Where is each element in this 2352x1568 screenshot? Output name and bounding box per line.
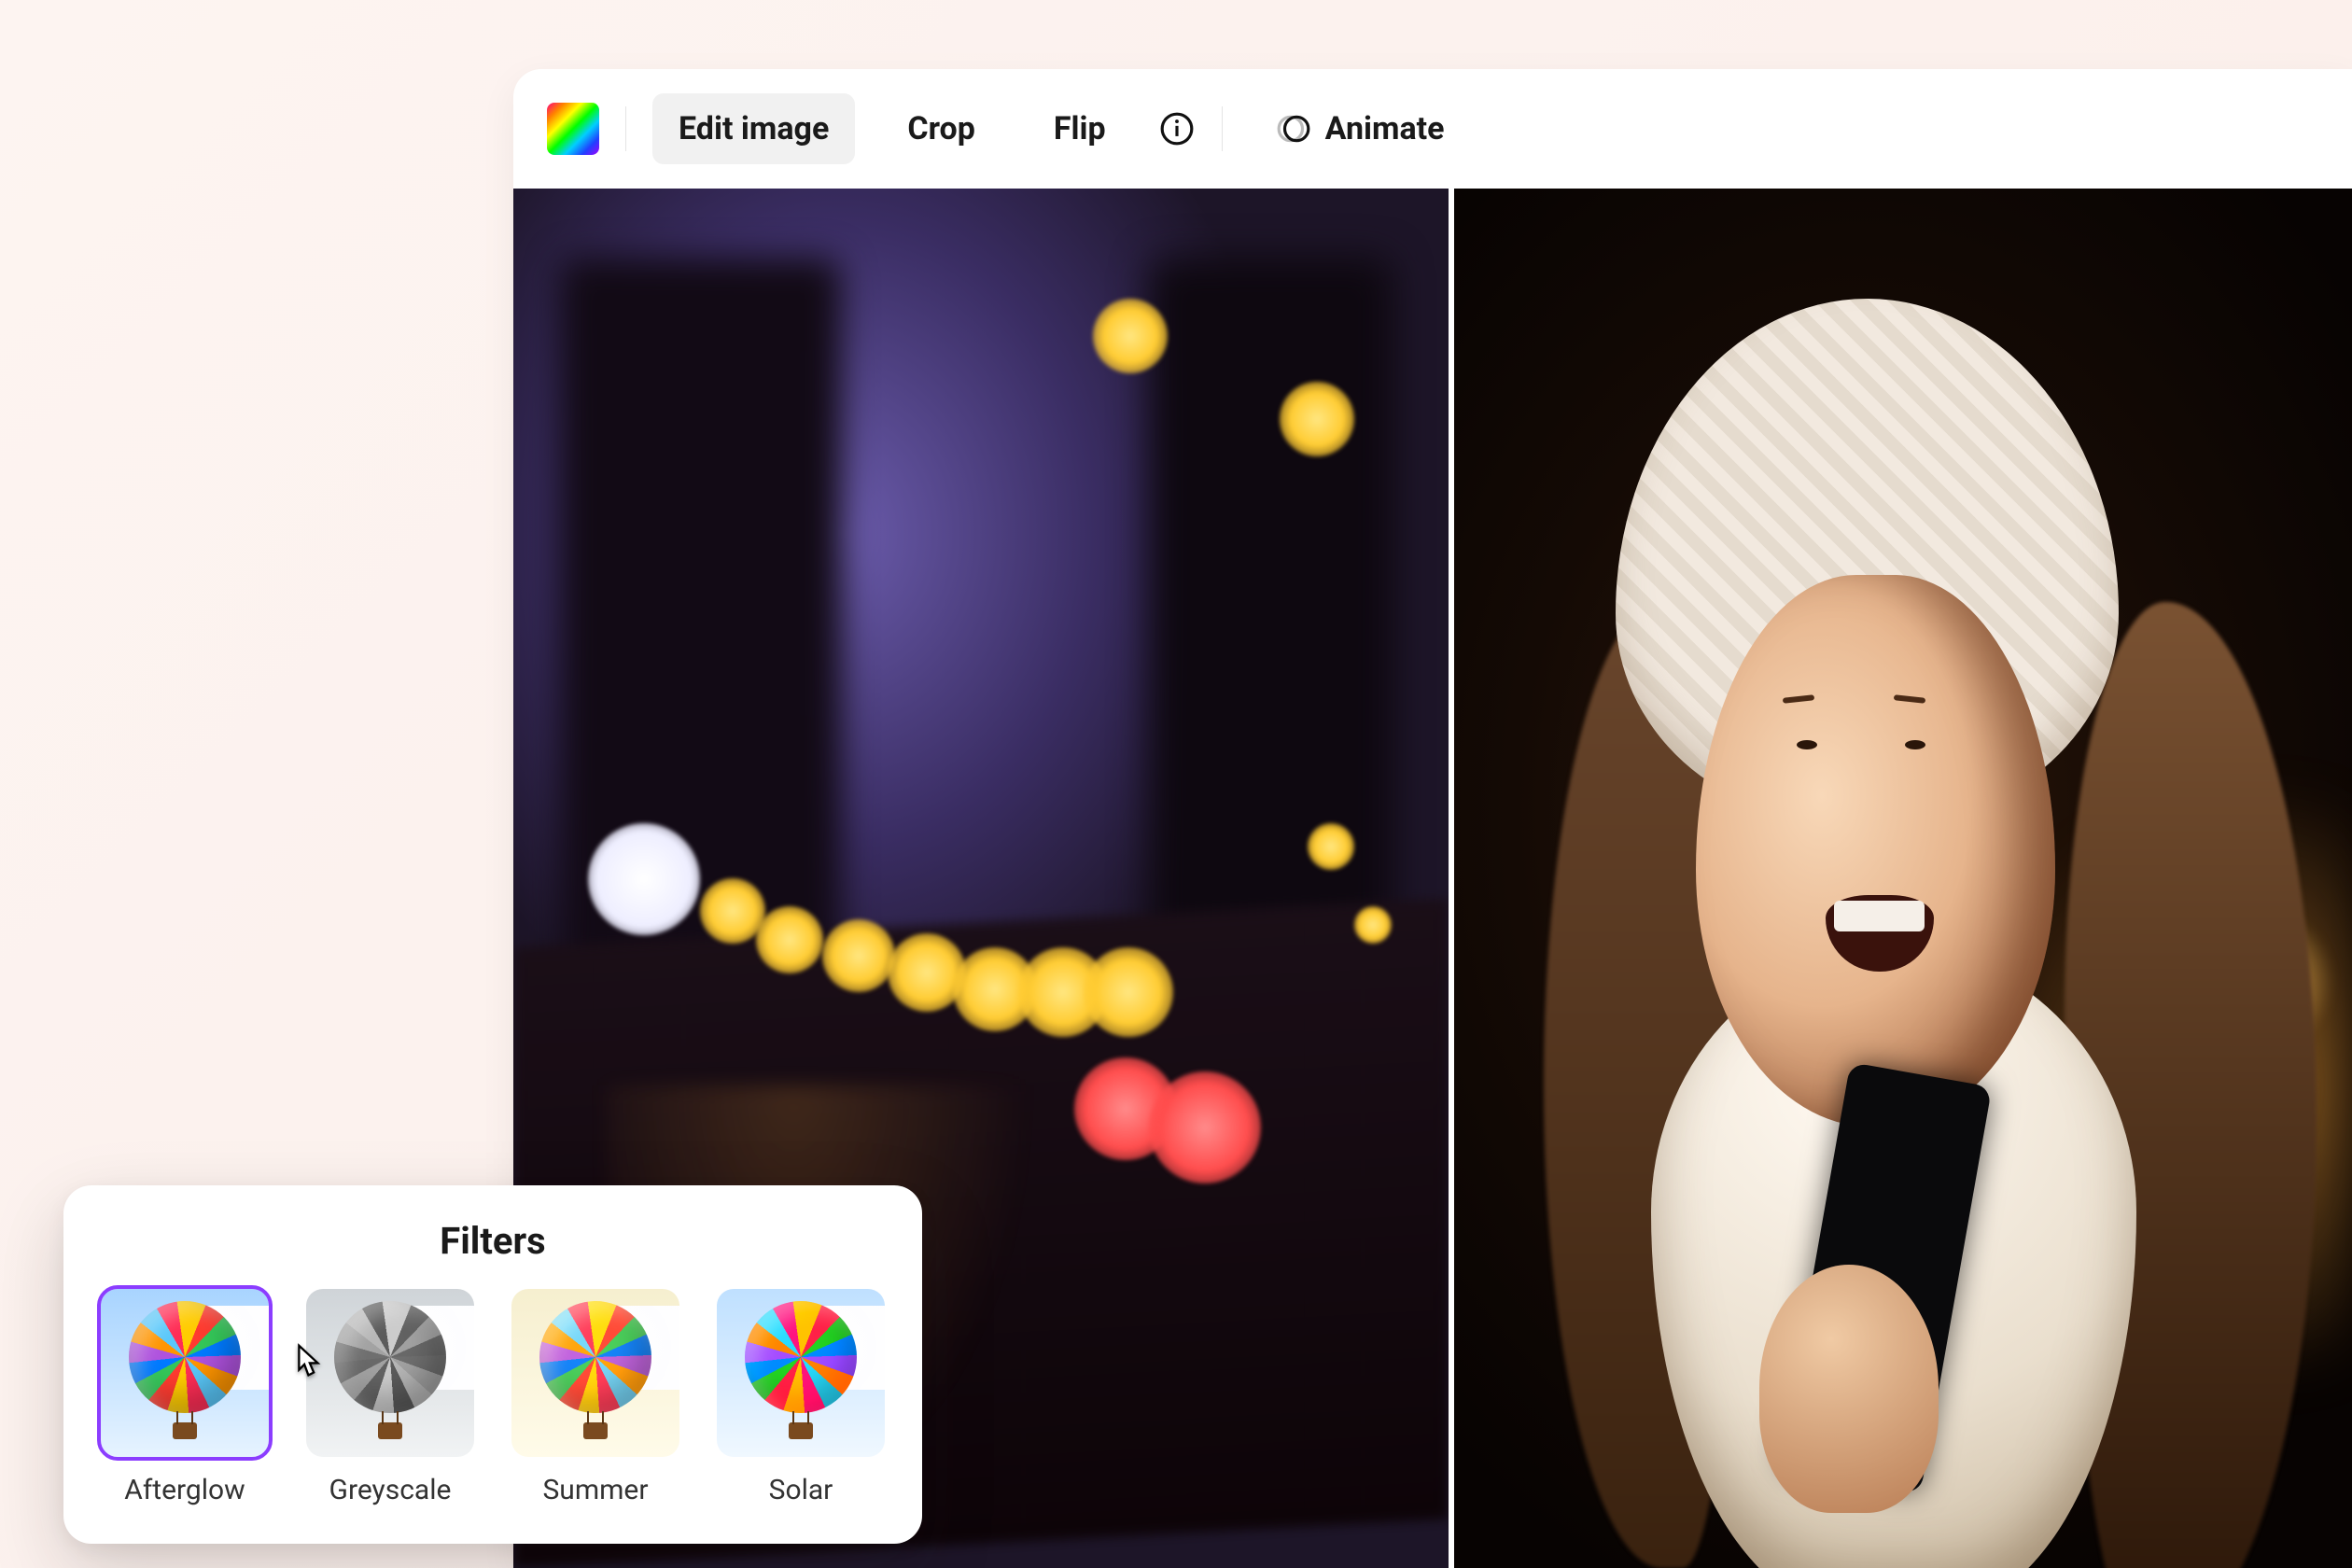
filter-thumb-summer [511, 1289, 679, 1457]
animate-label: Animate [1325, 110, 1445, 147]
canvas-image-right[interactable] [1454, 189, 2352, 1568]
filter-summer[interactable]: Summer [511, 1289, 679, 1506]
filter-afterglow[interactable]: Afterglow [101, 1289, 269, 1506]
edit-image-label: Edit image [679, 110, 829, 147]
crop-button[interactable]: Crop [881, 93, 1001, 164]
flip-button[interactable]: Flip [1028, 93, 1132, 164]
crop-label: Crop [907, 110, 975, 147]
toolbar-divider [625, 106, 626, 151]
animate-button[interactable]: Animate [1249, 93, 1471, 164]
filters-row: Afterglow Greyscale Summer Solar [101, 1289, 885, 1506]
filter-label: Summer [542, 1474, 648, 1506]
cursor-pointer-icon [286, 1340, 329, 1383]
flip-label: Flip [1054, 110, 1106, 147]
filter-label: Solar [769, 1474, 833, 1506]
filter-label: Afterglow [124, 1474, 245, 1506]
filter-thumb-solar [717, 1289, 885, 1457]
color-picker-swatch[interactable] [547, 103, 599, 155]
animate-icon [1275, 110, 1312, 147]
info-icon[interactable] [1158, 110, 1196, 147]
filter-label: Greyscale [329, 1474, 452, 1506]
filter-solar[interactable]: Solar [717, 1289, 885, 1506]
toolbar: Edit image Crop Flip Animate [513, 69, 2352, 189]
filters-panel: Filters Afterglow Greyscale Summer [63, 1185, 922, 1544]
toolbar-divider [1222, 106, 1223, 151]
filter-thumb-greyscale [306, 1289, 474, 1457]
filter-greyscale[interactable]: Greyscale [306, 1289, 474, 1506]
filter-thumb-afterglow [101, 1289, 269, 1457]
edit-image-button[interactable]: Edit image [652, 93, 855, 164]
filters-title: Filters [101, 1219, 885, 1263]
